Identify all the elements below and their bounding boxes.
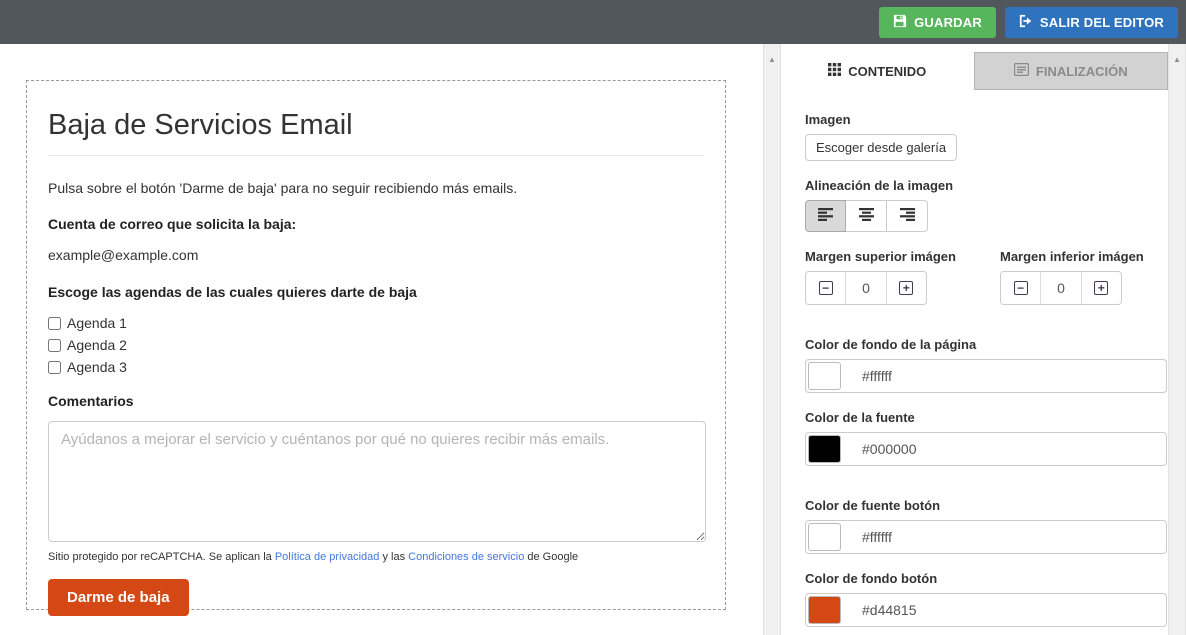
panel-tabs: CONTENIDO FINALIZACIÓN [781,52,1168,90]
align-right-icon [900,208,915,224]
agenda-checkbox-list: Agenda 1 Agenda 2 Agenda 3 [48,312,704,378]
scroll-up-icon[interactable]: ▲ [1169,56,1185,64]
canvas-scrollbar[interactable]: ▲ [763,44,781,635]
intro-text: Pulsa sobre el botón 'Darme de baja' par… [48,180,704,196]
terms-of-service-link[interactable]: Condiciones de servicio [408,551,524,563]
tab-contenido[interactable]: CONTENIDO [781,52,974,90]
agenda-1-checkbox[interactable] [48,317,61,330]
font-color-input[interactable] [841,441,1164,457]
agenda-2-label: Agenda 2 [67,337,127,353]
exit-editor-button[interactable]: SALIR DEL EDITOR [1005,7,1178,38]
button-font-color-field [805,520,1167,554]
button-bg-color-label: Color de fondo botón [805,571,1167,586]
button-font-color-input[interactable] [841,529,1164,545]
comments-label: Comentarios [48,393,704,409]
button-bg-color-field [805,593,1167,627]
margin-top-value-input[interactable] [846,272,885,304]
button-bg-color-input[interactable] [841,602,1164,618]
comments-textarea[interactable] [48,421,706,542]
main-area: Baja de Servicios Email Pulsa sobre el b… [0,44,1186,635]
panel-body: Imagen Escoger desde galería Alineación … [781,90,1168,627]
margin-bottom-label: Margen inferior imágen [1000,249,1144,264]
title-divider [48,155,704,156]
align-right-button[interactable] [887,200,928,232]
tab-finalizacion-label: FINALIZACIÓN [1036,64,1128,79]
settings-panel: CONTENIDO FINALIZACIÓN Imagen Escoger de… [781,44,1168,635]
plus-square-icon: + [899,281,913,295]
font-color-swatch[interactable] [808,435,841,463]
email-preview-block[interactable]: Baja de Servicios Email Pulsa sobre el b… [26,80,726,610]
agenda-checkbox-row[interactable]: Agenda 2 [48,334,704,356]
agenda-checkbox-row[interactable]: Agenda 3 [48,356,704,378]
image-alignment-label: Alineación de la imagen [805,178,1167,193]
alignment-button-group [805,200,1167,232]
margin-bottom-stepper: − + [1000,271,1122,305]
minus-square-icon: − [1014,281,1028,295]
save-button-label: GUARDAR [914,15,982,30]
page-bg-color-field [805,359,1167,393]
page-bg-color-swatch[interactable] [808,362,841,390]
privacy-policy-link[interactable]: Política de privacidad [275,551,380,563]
tab-finalizacion[interactable]: FINALIZACIÓN [974,52,1169,90]
image-label: Imagen [805,112,1167,127]
agenda-2-checkbox[interactable] [48,339,61,352]
agenda-1-label: Agenda 1 [67,315,127,331]
recaptcha-text-middle: y las [379,551,408,563]
choose-from-gallery-button[interactable]: Escoger desde galería [805,134,957,161]
save-icon [893,14,907,31]
margins-row: Margen superior imágen − + Margen inferi… [805,249,1167,305]
agenda-checkbox-row[interactable]: Agenda 1 [48,312,704,334]
email-preview-canvas: Baja de Servicios Email Pulsa sobre el b… [0,44,763,635]
button-bg-color-swatch[interactable] [808,596,841,624]
email-account-label: Cuenta de correo que solicita la baja: [48,216,704,232]
save-button[interactable]: GUARDAR [879,7,996,38]
plus-square-icon: + [1094,281,1108,295]
minus-square-icon: − [819,281,833,295]
top-toolbar: GUARDAR SALIR DEL EDITOR [0,0,1186,44]
font-color-label: Color de la fuente [805,410,1167,425]
button-font-color-swatch[interactable] [808,523,841,551]
exit-editor-label: SALIR DEL EDITOR [1040,15,1164,30]
recaptcha-text-prefix: Sitio protegido por reCAPTCHA. Se aplica… [48,551,275,563]
email-account-value: example@example.com [48,247,704,263]
agenda-3-checkbox[interactable] [48,361,61,374]
page-bg-color-input[interactable] [841,368,1164,384]
agendas-label: Escoge las agendas de las cuales quieres… [48,284,704,300]
scroll-up-icon[interactable]: ▲ [764,56,780,64]
align-center-button[interactable] [846,200,887,232]
margin-bottom-decrement-button[interactable]: − [1001,272,1040,304]
page-bg-color-label: Color de fondo de la página [805,337,1167,352]
panel-scrollbar[interactable]: ▲ [1168,44,1186,635]
email-title: Baja de Servicios Email [48,109,704,142]
recaptcha-notice: Sitio protegido por reCAPTCHA. Se aplica… [48,551,704,563]
margin-top-stepper: − + [805,271,927,305]
unsubscribe-button[interactable]: Darme de baja [48,579,189,616]
margin-top-increment-button[interactable]: + [887,272,926,304]
margin-bottom-increment-button[interactable]: + [1082,272,1121,304]
sign-out-icon [1019,14,1033,31]
align-center-icon [859,208,874,224]
agenda-3-label: Agenda 3 [67,359,127,375]
recaptcha-text-suffix: de Google [524,551,578,563]
grid-icon [828,63,841,79]
button-font-color-label: Color de fuente botón [805,498,1167,513]
align-left-button[interactable] [805,200,846,232]
tab-contenido-label: CONTENIDO [848,64,926,79]
list-alt-icon [1014,63,1029,79]
font-color-field [805,432,1167,466]
margin-top-decrement-button[interactable]: − [806,272,845,304]
margin-bottom-value-input[interactable] [1041,272,1080,304]
align-left-icon [818,208,833,224]
margin-top-label: Margen superior imágen [805,249,1000,264]
